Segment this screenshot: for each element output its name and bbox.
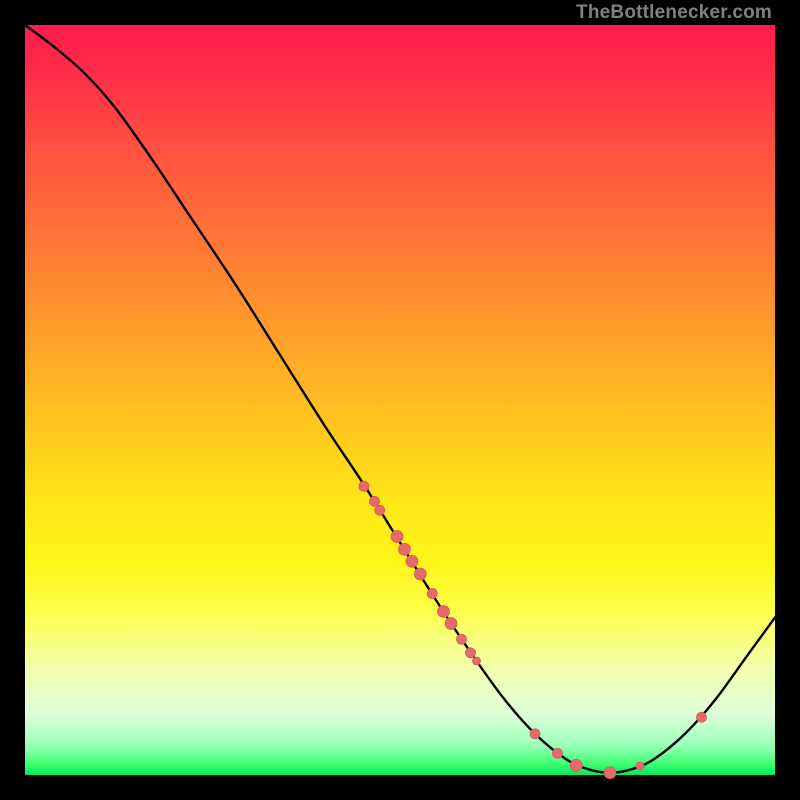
data-marker (697, 712, 707, 722)
data-marker (406, 555, 418, 567)
data-marker (636, 762, 644, 770)
data-marker (438, 606, 450, 618)
data-marker (570, 759, 582, 771)
data-marker (399, 543, 411, 555)
data-marker (445, 618, 457, 630)
data-marker (530, 729, 540, 739)
data-marker (414, 568, 426, 580)
data-marker (553, 748, 563, 758)
data-marker (370, 496, 380, 506)
data-marker (427, 589, 437, 599)
data-marker (375, 505, 385, 515)
data-marker (457, 634, 467, 644)
plot-area (25, 25, 775, 775)
chart-svg (25, 25, 775, 775)
chart-frame: TheBottlenecker.com (0, 0, 800, 800)
data-marker (473, 657, 481, 665)
curve-markers (359, 481, 707, 779)
bottleneck-curve (25, 25, 775, 773)
data-marker (359, 481, 369, 491)
data-marker (466, 648, 476, 658)
data-marker (604, 767, 616, 779)
attribution-label: TheBottlenecker.com (576, 2, 772, 24)
data-marker (391, 531, 403, 543)
